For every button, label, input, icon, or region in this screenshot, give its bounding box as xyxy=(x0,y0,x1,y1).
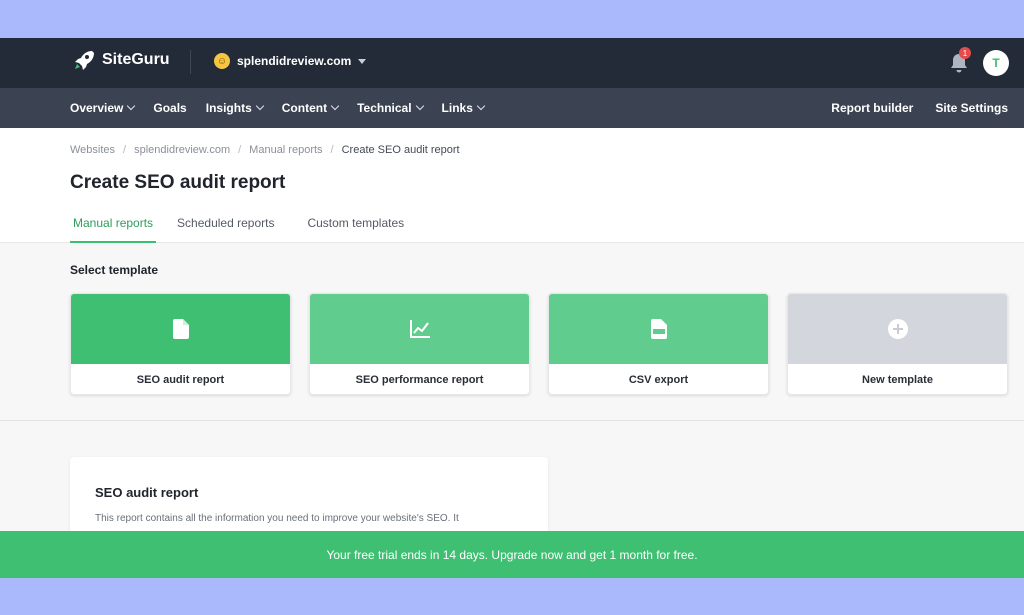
app-window: SiteGuru ☺ splendidreview.com 1 T Overvi… xyxy=(0,38,1024,578)
report-builder-link[interactable]: Report builder xyxy=(831,101,913,115)
topbar-divider xyxy=(190,50,191,74)
template-card-new[interactable]: New template xyxy=(787,293,1008,395)
line-chart-icon xyxy=(409,320,430,338)
breadcrumb-site[interactable]: splendidreview.com xyxy=(134,144,230,156)
trial-banner[interactable]: Your free trial ends in 14 days. Upgrade… xyxy=(0,531,1024,578)
breadcrumb-separator: / xyxy=(123,144,127,156)
card-label: SEO audit report xyxy=(136,374,225,386)
plus-circle-icon xyxy=(887,319,908,339)
chevron-down-icon xyxy=(415,101,424,111)
top-bar: SiteGuru ☺ splendidreview.com 1 T xyxy=(0,38,1024,88)
nav-technical-label: Technical xyxy=(357,101,412,115)
tab-manual-reports[interactable]: Manual reports xyxy=(70,208,157,243)
nav-insights[interactable]: Insights xyxy=(205,101,264,115)
nav-links-label: Links xyxy=(441,101,473,115)
card-header xyxy=(310,294,529,364)
detail-title: SEO audit report xyxy=(95,485,199,500)
report-tabs: Manual reports Scheduled reports Custom … xyxy=(70,208,416,243)
caret-down-icon xyxy=(358,58,367,64)
template-section: Select template SEO audit report SEO per… xyxy=(0,243,1024,421)
site-favicon-icon: ☺ xyxy=(214,53,230,69)
tab-custom-templates[interactable]: Custom templates xyxy=(295,208,416,243)
card-header xyxy=(788,294,1007,364)
nav-goals[interactable]: Goals xyxy=(153,101,186,115)
breadcrumb-current: Create SEO audit report xyxy=(341,144,460,156)
chevron-down-icon xyxy=(330,101,340,111)
breadcrumb: Websites / splendidreview.com / Manual r… xyxy=(70,144,460,156)
page-title: Create SEO audit report xyxy=(70,172,286,193)
breadcrumb-separator: / xyxy=(330,144,334,156)
nav-goals-label: Goals xyxy=(153,101,187,115)
nav-insights-label: Insights xyxy=(205,101,252,115)
nav-overview[interactable]: Overview xyxy=(70,101,136,115)
select-template-heading: Select template xyxy=(70,263,159,277)
card-label: CSV export xyxy=(628,374,689,386)
page-header: Websites / splendidreview.com / Manual r… xyxy=(0,128,1024,243)
card-header xyxy=(549,294,768,364)
site-settings-link[interactable]: Site Settings xyxy=(935,101,1008,115)
breadcrumb-separator: / xyxy=(238,144,242,156)
chevron-down-icon xyxy=(255,101,264,111)
breadcrumb-websites[interactable]: Websites xyxy=(70,144,115,156)
trial-banner-text: Your free trial ends in 14 days. Upgrade… xyxy=(326,547,698,562)
template-card-seo-audit[interactable]: SEO audit report xyxy=(70,293,291,395)
chevron-down-icon xyxy=(476,101,486,111)
card-label: New template xyxy=(862,374,933,386)
card-header xyxy=(71,294,290,364)
site-domain: splendidreview.com xyxy=(237,54,352,68)
notification-badge: 1 xyxy=(959,47,971,59)
chevron-down-icon xyxy=(127,101,136,111)
tab-scheduled-reports[interactable]: Scheduled reports xyxy=(165,208,286,243)
template-card-seo-performance[interactable]: SEO performance report xyxy=(309,293,530,395)
card-label: SEO performance report xyxy=(355,374,484,386)
main-nav: Overview Goals Insights Content Technica… xyxy=(0,88,1024,128)
template-cards: SEO audit report SEO performance report xyxy=(70,293,1008,395)
csv-file-icon xyxy=(650,319,667,339)
detail-description: This report contains all the information… xyxy=(95,513,459,524)
rocket-icon xyxy=(75,51,94,70)
template-card-csv-export[interactable]: CSV export xyxy=(548,293,769,395)
nav-content-label: Content xyxy=(281,101,328,115)
app-name: SiteGuru xyxy=(102,51,170,68)
nav-links[interactable]: Links xyxy=(441,101,486,115)
siteguru-logo[interactable]: SiteGuru xyxy=(72,48,170,72)
nav-technical[interactable]: Technical xyxy=(357,101,424,115)
document-icon xyxy=(172,319,189,339)
nav-overview-label: Overview xyxy=(70,101,124,115)
user-avatar[interactable]: T xyxy=(983,50,1009,76)
nav-content[interactable]: Content xyxy=(281,101,340,115)
site-selector[interactable]: ☺ splendidreview.com xyxy=(214,53,367,69)
breadcrumb-manual-reports[interactable]: Manual reports xyxy=(249,144,322,156)
